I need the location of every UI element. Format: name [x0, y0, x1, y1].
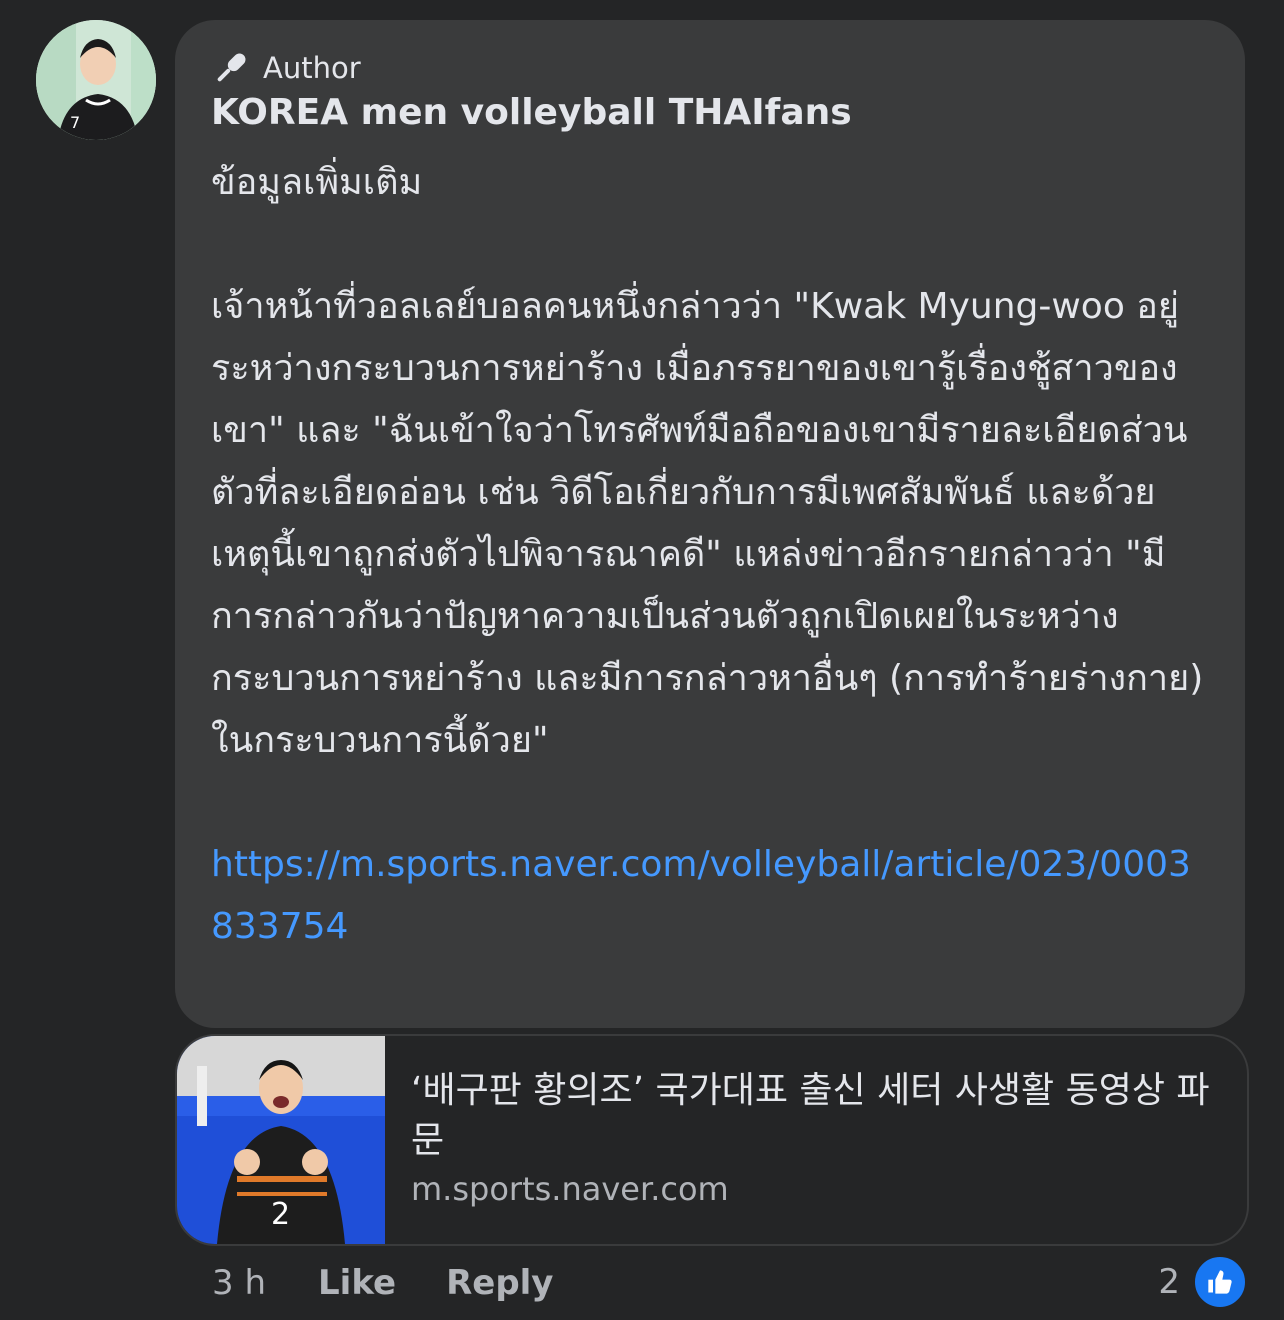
comment-paragraph: ข้อมูลเพิ่มเติม	[211, 162, 423, 203]
comment-text: ข้อมูลเพิ่มเติม เจ้าหน้าที่วอลเลย์บอลคนห…	[211, 152, 1211, 958]
reaction-count: 2	[1158, 1262, 1180, 1302]
svg-text:2: 2	[271, 1197, 290, 1232]
link-preview-card[interactable]: 2 ‘배구판 황의조’ 국가대표 출신 세터 사생활 동영상 파문 m.spor…	[175, 1034, 1249, 1246]
author-name[interactable]: KOREA men volleyball THAIfans	[211, 92, 852, 133]
thumbs-up-icon	[1192, 1254, 1248, 1310]
thumbnail-image: 2	[177, 1036, 385, 1244]
avatar-image: 7	[36, 20, 156, 140]
article-link[interactable]: https://m.sports.naver.com/volleyball/ar…	[211, 844, 1191, 947]
comment-thread: 7 Author KOREA men volleyball THAIfans ข…	[0, 0, 1284, 1320]
comment-timestamp[interactable]: 3 h	[212, 1263, 266, 1303]
microphone-icon	[217, 53, 246, 82]
comment-bubble: Author KOREA men volleyball THAIfans ข้อ…	[175, 20, 1245, 1028]
comment-actions: 3 h Like Reply	[212, 1258, 603, 1308]
link-preview-title: ‘배구판 황의조’ 국가대표 출신 세터 사생활 동영상 파문	[411, 1070, 1210, 1161]
author-badge: Author	[211, 48, 361, 88]
link-preview-domain: m.sports.naver.com	[411, 1170, 729, 1208]
avatar[interactable]: 7	[36, 20, 156, 140]
link-preview-thumbnail: 2	[177, 1036, 385, 1244]
reply-button[interactable]: Reply	[446, 1263, 553, 1303]
svg-text:7: 7	[70, 113, 80, 132]
like-button[interactable]: Like	[318, 1263, 396, 1303]
reaction-summary[interactable]: 2	[1158, 1254, 1248, 1310]
author-badge-label: Author	[263, 51, 361, 85]
comment-paragraph: เจ้าหน้าที่วอลเลย์บอลคนหนึ่งกล่าวว่า "Kw…	[211, 286, 1215, 761]
